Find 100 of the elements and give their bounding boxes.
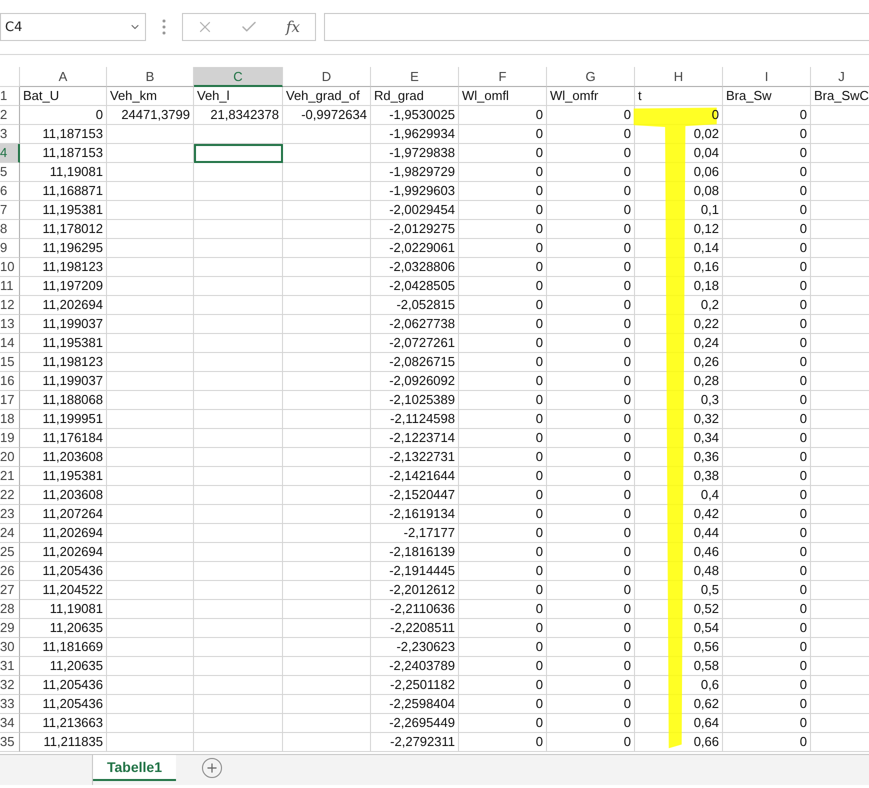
column-header[interactable]: A [20,67,107,87]
empty-cell[interactable] [107,638,194,657]
empty-cell[interactable] [283,619,371,638]
row-header[interactable]: 34 [0,714,20,733]
empty-cell[interactable] [107,467,194,486]
row-header[interactable]: 26 [0,562,20,581]
empty-cell[interactable] [283,315,371,334]
empty-cell[interactable] [283,277,371,296]
empty-cell[interactable] [283,581,371,600]
column-header[interactable]: I [723,67,811,87]
empty-cell[interactable] [194,277,283,296]
column-header[interactable]: B [107,67,194,87]
row-header[interactable]: 24 [0,524,20,543]
empty-cell[interactable] [283,486,371,505]
row-header[interactable]: 16 [0,372,20,391]
row-header[interactable]: 29 [0,619,20,638]
empty-cell[interactable] [283,296,371,315]
column-header[interactable]: C [194,67,283,87]
row-header[interactable]: 31 [0,657,20,676]
empty-cell[interactable] [107,277,194,296]
column-header[interactable]: H [635,67,723,87]
empty-cell[interactable] [194,372,283,391]
row-header[interactable]: 23 [0,505,20,524]
empty-cell[interactable] [107,524,194,543]
empty-cell[interactable] [283,524,371,543]
row-header[interactable]: 30 [0,638,20,657]
row-header[interactable]: 35 [0,733,20,752]
empty-cell[interactable] [283,182,371,201]
empty-cell[interactable] [194,201,283,220]
empty-cell[interactable] [107,505,194,524]
row-header[interactable]: 21 [0,467,20,486]
empty-cell[interactable] [107,543,194,562]
empty-cell[interactable] [283,657,371,676]
row-header[interactable]: 28 [0,600,20,619]
name-box[interactable]: C4 [0,13,146,41]
empty-cell[interactable] [194,467,283,486]
empty-cell[interactable] [107,733,194,752]
empty-cell[interactable] [107,410,194,429]
empty-cell[interactable] [283,714,371,733]
empty-cell[interactable] [283,220,371,239]
empty-cell[interactable] [283,353,371,372]
empty-cell[interactable] [283,543,371,562]
empty-cell[interactable] [194,315,283,334]
row-header[interactable]: 8 [0,220,20,239]
row-header[interactable]: 25 [0,543,20,562]
empty-cell[interactable] [107,391,194,410]
row-header[interactable]: 20 [0,448,20,467]
empty-cell[interactable] [283,391,371,410]
formula-input[interactable] [324,13,869,41]
empty-cell[interactable] [194,410,283,429]
empty-cell[interactable] [283,695,371,714]
column-header[interactable]: D [283,67,371,87]
empty-cell[interactable] [107,657,194,676]
row-header[interactable]: 2 [0,106,20,125]
empty-cell[interactable] [107,296,194,315]
column-header[interactable]: E [371,67,459,87]
empty-cell[interactable] [194,429,283,448]
row-header[interactable]: 13 [0,315,20,334]
empty-cell[interactable] [107,334,194,353]
empty-cell[interactable] [283,239,371,258]
empty-cell[interactable] [283,163,371,182]
empty-cell[interactable] [283,638,371,657]
empty-cell[interactable] [194,125,283,144]
row-header[interactable]: 32 [0,676,20,695]
empty-cell[interactable] [283,144,371,163]
row-header[interactable]: 9 [0,239,20,258]
empty-cell[interactable] [107,600,194,619]
row-header[interactable]: 18 [0,410,20,429]
empty-cell[interactable] [107,182,194,201]
empty-cell[interactable] [107,581,194,600]
empty-cell[interactable] [107,163,194,182]
empty-cell[interactable] [194,391,283,410]
empty-cell[interactable] [283,410,371,429]
empty-cell[interactable] [194,296,283,315]
empty-cell[interactable] [283,505,371,524]
empty-cell[interactable] [194,619,283,638]
column-header[interactable]: F [459,67,547,87]
sheet-tab[interactable]: Tabelle1 [93,755,176,781]
row-header[interactable]: 5 [0,163,20,182]
column-header[interactable]: G [547,67,635,87]
row-header[interactable]: 33 [0,695,20,714]
empty-cell[interactable] [194,676,283,695]
row-header[interactable]: 27 [0,581,20,600]
empty-cell[interactable] [194,562,283,581]
empty-cell[interactable] [107,258,194,277]
select-all-button[interactable] [0,67,20,87]
empty-cell[interactable] [194,714,283,733]
empty-cell[interactable] [194,182,283,201]
empty-cell[interactable] [107,315,194,334]
empty-cell[interactable] [107,239,194,258]
empty-cell[interactable] [283,448,371,467]
empty-cell[interactable] [194,581,283,600]
empty-cell[interactable] [283,258,371,277]
empty-cell[interactable] [107,448,194,467]
empty-cell[interactable] [283,600,371,619]
row-header[interactable]: 1 [0,87,20,106]
empty-cell[interactable] [194,638,283,657]
empty-cell[interactable] [107,619,194,638]
row-header[interactable]: 10 [0,258,20,277]
row-header[interactable]: 12 [0,296,20,315]
